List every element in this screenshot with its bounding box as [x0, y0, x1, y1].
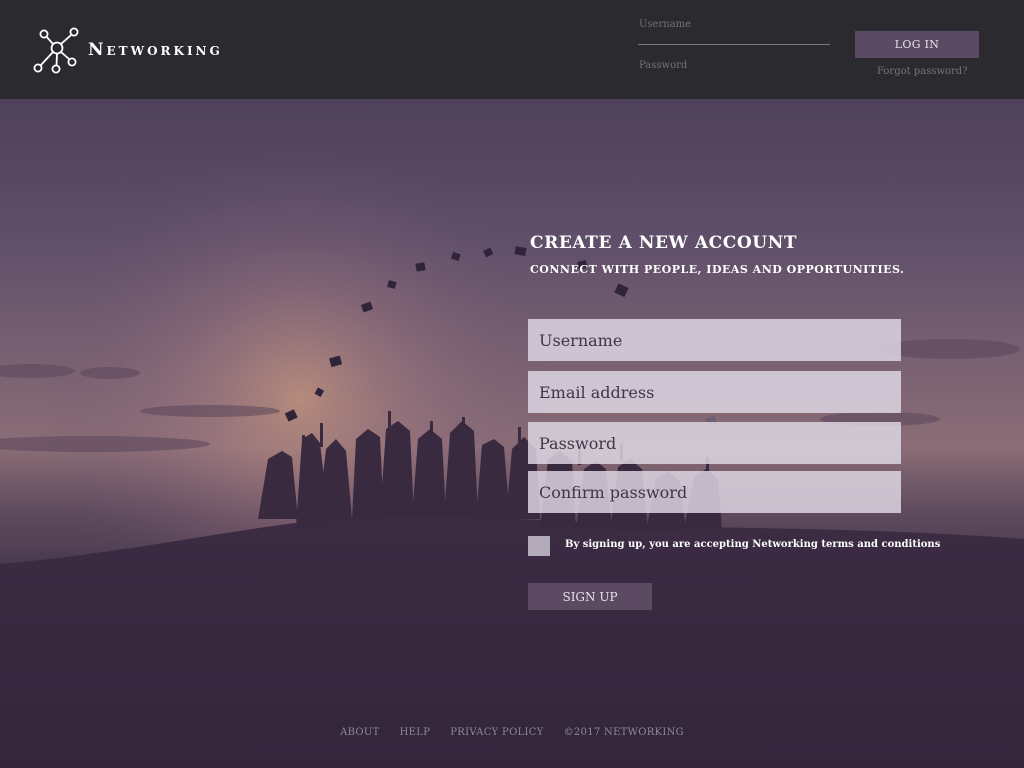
signup-password-input[interactable]: [528, 422, 901, 464]
brand[interactable]: Networking: [32, 26, 223, 74]
terms-checkbox[interactable]: [528, 536, 550, 556]
login-username-underline: [638, 44, 830, 45]
signup-confirm-password-input[interactable]: [528, 471, 901, 513]
login-password-input[interactable]: [639, 72, 829, 86]
login-password-label: Password: [639, 60, 688, 71]
signup-email-input[interactable]: [528, 371, 901, 413]
signup-title: CREATE A NEW ACCOUNT: [530, 233, 798, 253]
footer-link-about[interactable]: ABOUT: [340, 727, 380, 738]
footer-copyright: ©2017 NETWORKING: [563, 727, 684, 738]
login-username-input[interactable]: [639, 29, 829, 43]
login-button[interactable]: LOG IN: [855, 31, 979, 58]
signup-button[interactable]: SIGN UP: [528, 583, 652, 610]
terms-label: By signing up, you are accepting Network…: [565, 539, 941, 550]
signup-username-input[interactable]: [528, 319, 901, 361]
network-nodes-icon: [33, 27, 79, 74]
signup-subtitle: CONNECT WITH PEOPLE, IDEAS AND OPPORTUNI…: [530, 263, 905, 276]
forgot-password-link[interactable]: Forgot password?: [877, 66, 968, 77]
footer-link-help[interactable]: HELP: [400, 727, 431, 738]
footer: ABOUT HELP PRIVACY POLICY ©2017 NETWORKI…: [0, 727, 1024, 738]
top-header: Networking Username Password LOG IN Forg…: [0, 0, 1024, 99]
brand-name: Networking: [88, 40, 223, 60]
footer-link-privacy-policy[interactable]: PRIVACY POLICY: [450, 727, 543, 738]
